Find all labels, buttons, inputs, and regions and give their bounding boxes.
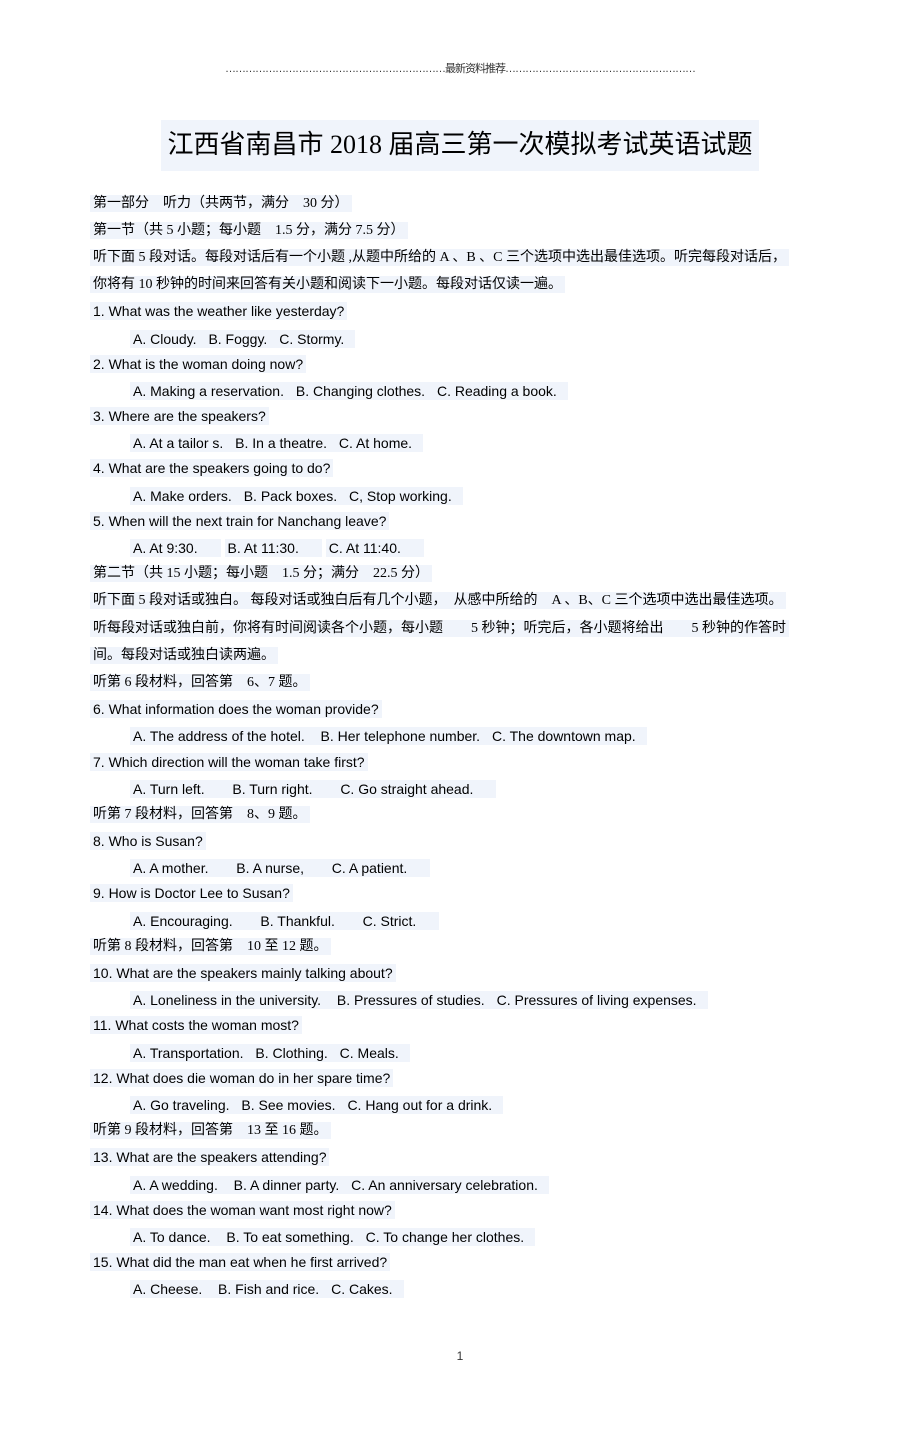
part-header: 第一部分 听力（共两节，满分 30 分） bbox=[90, 191, 830, 216]
question-5: 5. When will the next train for Nanchang… bbox=[90, 509, 830, 534]
question-15-options: A. Cheese. B. Fish and rice. C. Cakes. bbox=[90, 1277, 830, 1302]
question-3-options: A. At a tailor s. B. In a theatre. C. At… bbox=[90, 431, 830, 456]
question-8-options: A. A mother. B. A nurse, C. A patient. bbox=[90, 856, 830, 881]
question-6: 6. What information does the woman provi… bbox=[90, 697, 830, 722]
question-10: 10. What are the speakers mainly talking… bbox=[90, 961, 830, 986]
question-12: 12. What does die woman do in her spare … bbox=[90, 1066, 830, 1091]
question-5-options: A. At 9:30. B. At 11:30. C. At 11:40. bbox=[90, 536, 830, 561]
section2-instruction-b: 听每段对话或独白前，你将有时间阅读各个小题，每小题 5 秒钟；听完后，各小题将给… bbox=[90, 616, 830, 641]
question-2: 2. What is the woman doing now? bbox=[90, 352, 830, 377]
question-11: 11. What costs the woman most? bbox=[90, 1013, 830, 1038]
section2-instruction-a: 听下面 5 段对话或独白。 每段对话或独白后有几个小题， 从感中所给的 A 、B… bbox=[90, 588, 830, 613]
section2-instruction-c: 间。每段对话或独白读两遍。 bbox=[90, 643, 830, 668]
material-8: 听第 8 段材料，回答第 10 至 12 题。 bbox=[90, 934, 830, 959]
page-title: 江西省南昌市 2018 届高三第一次模拟考试英语试题 bbox=[161, 120, 758, 171]
question-7-options: A. Turn left. B. Turn right. C. Go strai… bbox=[90, 777, 830, 802]
question-7: 7. Which direction will the woman take f… bbox=[90, 750, 830, 775]
question-1: 1. What was the weather like yesterday? bbox=[90, 299, 830, 324]
question-14-options: A. To dance. B. To eat something. C. To … bbox=[90, 1225, 830, 1250]
section2-header: 第二节（共 15 小题；每小题 1.5 分；满分 22.5 分） bbox=[90, 561, 830, 586]
material-6: 听第 6 段材料，回答第 6、7 题。 bbox=[90, 670, 830, 695]
question-9-options: A. Encouraging. B. Thankful. C. Strict. bbox=[90, 909, 830, 934]
question-11-options: A. Transportation. B. Clothing. C. Meals… bbox=[90, 1041, 830, 1066]
page-number: 1 bbox=[90, 1346, 830, 1368]
question-9: 9. How is Doctor Lee to Susan? bbox=[90, 881, 830, 906]
material-9: 听第 9 段材料，回答第 13 至 16 题。 bbox=[90, 1118, 830, 1143]
section1-instruction-b: 你将有 10 秒钟的时间来回答有关小题和阅读下一小题。每段对话仅读一遍。 bbox=[90, 272, 830, 297]
section1-instruction-a: 听下面 5 段对话。每段对话后有一个小题 ,从题中所给的 A 、B 、C 三个选… bbox=[90, 245, 830, 270]
question-13: 13. What are the speakers attending? bbox=[90, 1145, 830, 1170]
question-15: 15. What did the man eat when he first a… bbox=[90, 1250, 830, 1275]
question-13-options: A. A wedding. B. A dinner party. C. An a… bbox=[90, 1173, 830, 1198]
question-14: 14. What does the woman want most right … bbox=[90, 1198, 830, 1223]
question-4-options: A. Make orders. B. Pack boxes. C, Stop w… bbox=[90, 484, 830, 509]
question-10-options: A. Loneliness in the university. B. Pres… bbox=[90, 988, 830, 1013]
question-1-options: A. Cloudy. B. Foggy. C. Stormy. bbox=[90, 327, 830, 352]
question-4: 4. What are the speakers going to do? bbox=[90, 456, 830, 481]
question-2-options: A. Making a reservation. B. Changing clo… bbox=[90, 379, 830, 404]
section1-header: 第一节（共 5 小题；每小题 1.5 分，满分 7.5 分） bbox=[90, 218, 830, 243]
question-3: 3. Where are the speakers? bbox=[90, 404, 830, 429]
question-12-options: A. Go traveling. B. See movies. C. Hang … bbox=[90, 1093, 830, 1118]
question-6-options: A. The address of the hotel. B. Her tele… bbox=[90, 724, 830, 749]
question-8: 8. Who is Susan? bbox=[90, 829, 830, 854]
material-7: 听第 7 段材料，回答第 8、9 题。 bbox=[90, 802, 830, 827]
header-decoration: …………………………………………………………最新资料推荐………………………………… bbox=[90, 60, 830, 80]
